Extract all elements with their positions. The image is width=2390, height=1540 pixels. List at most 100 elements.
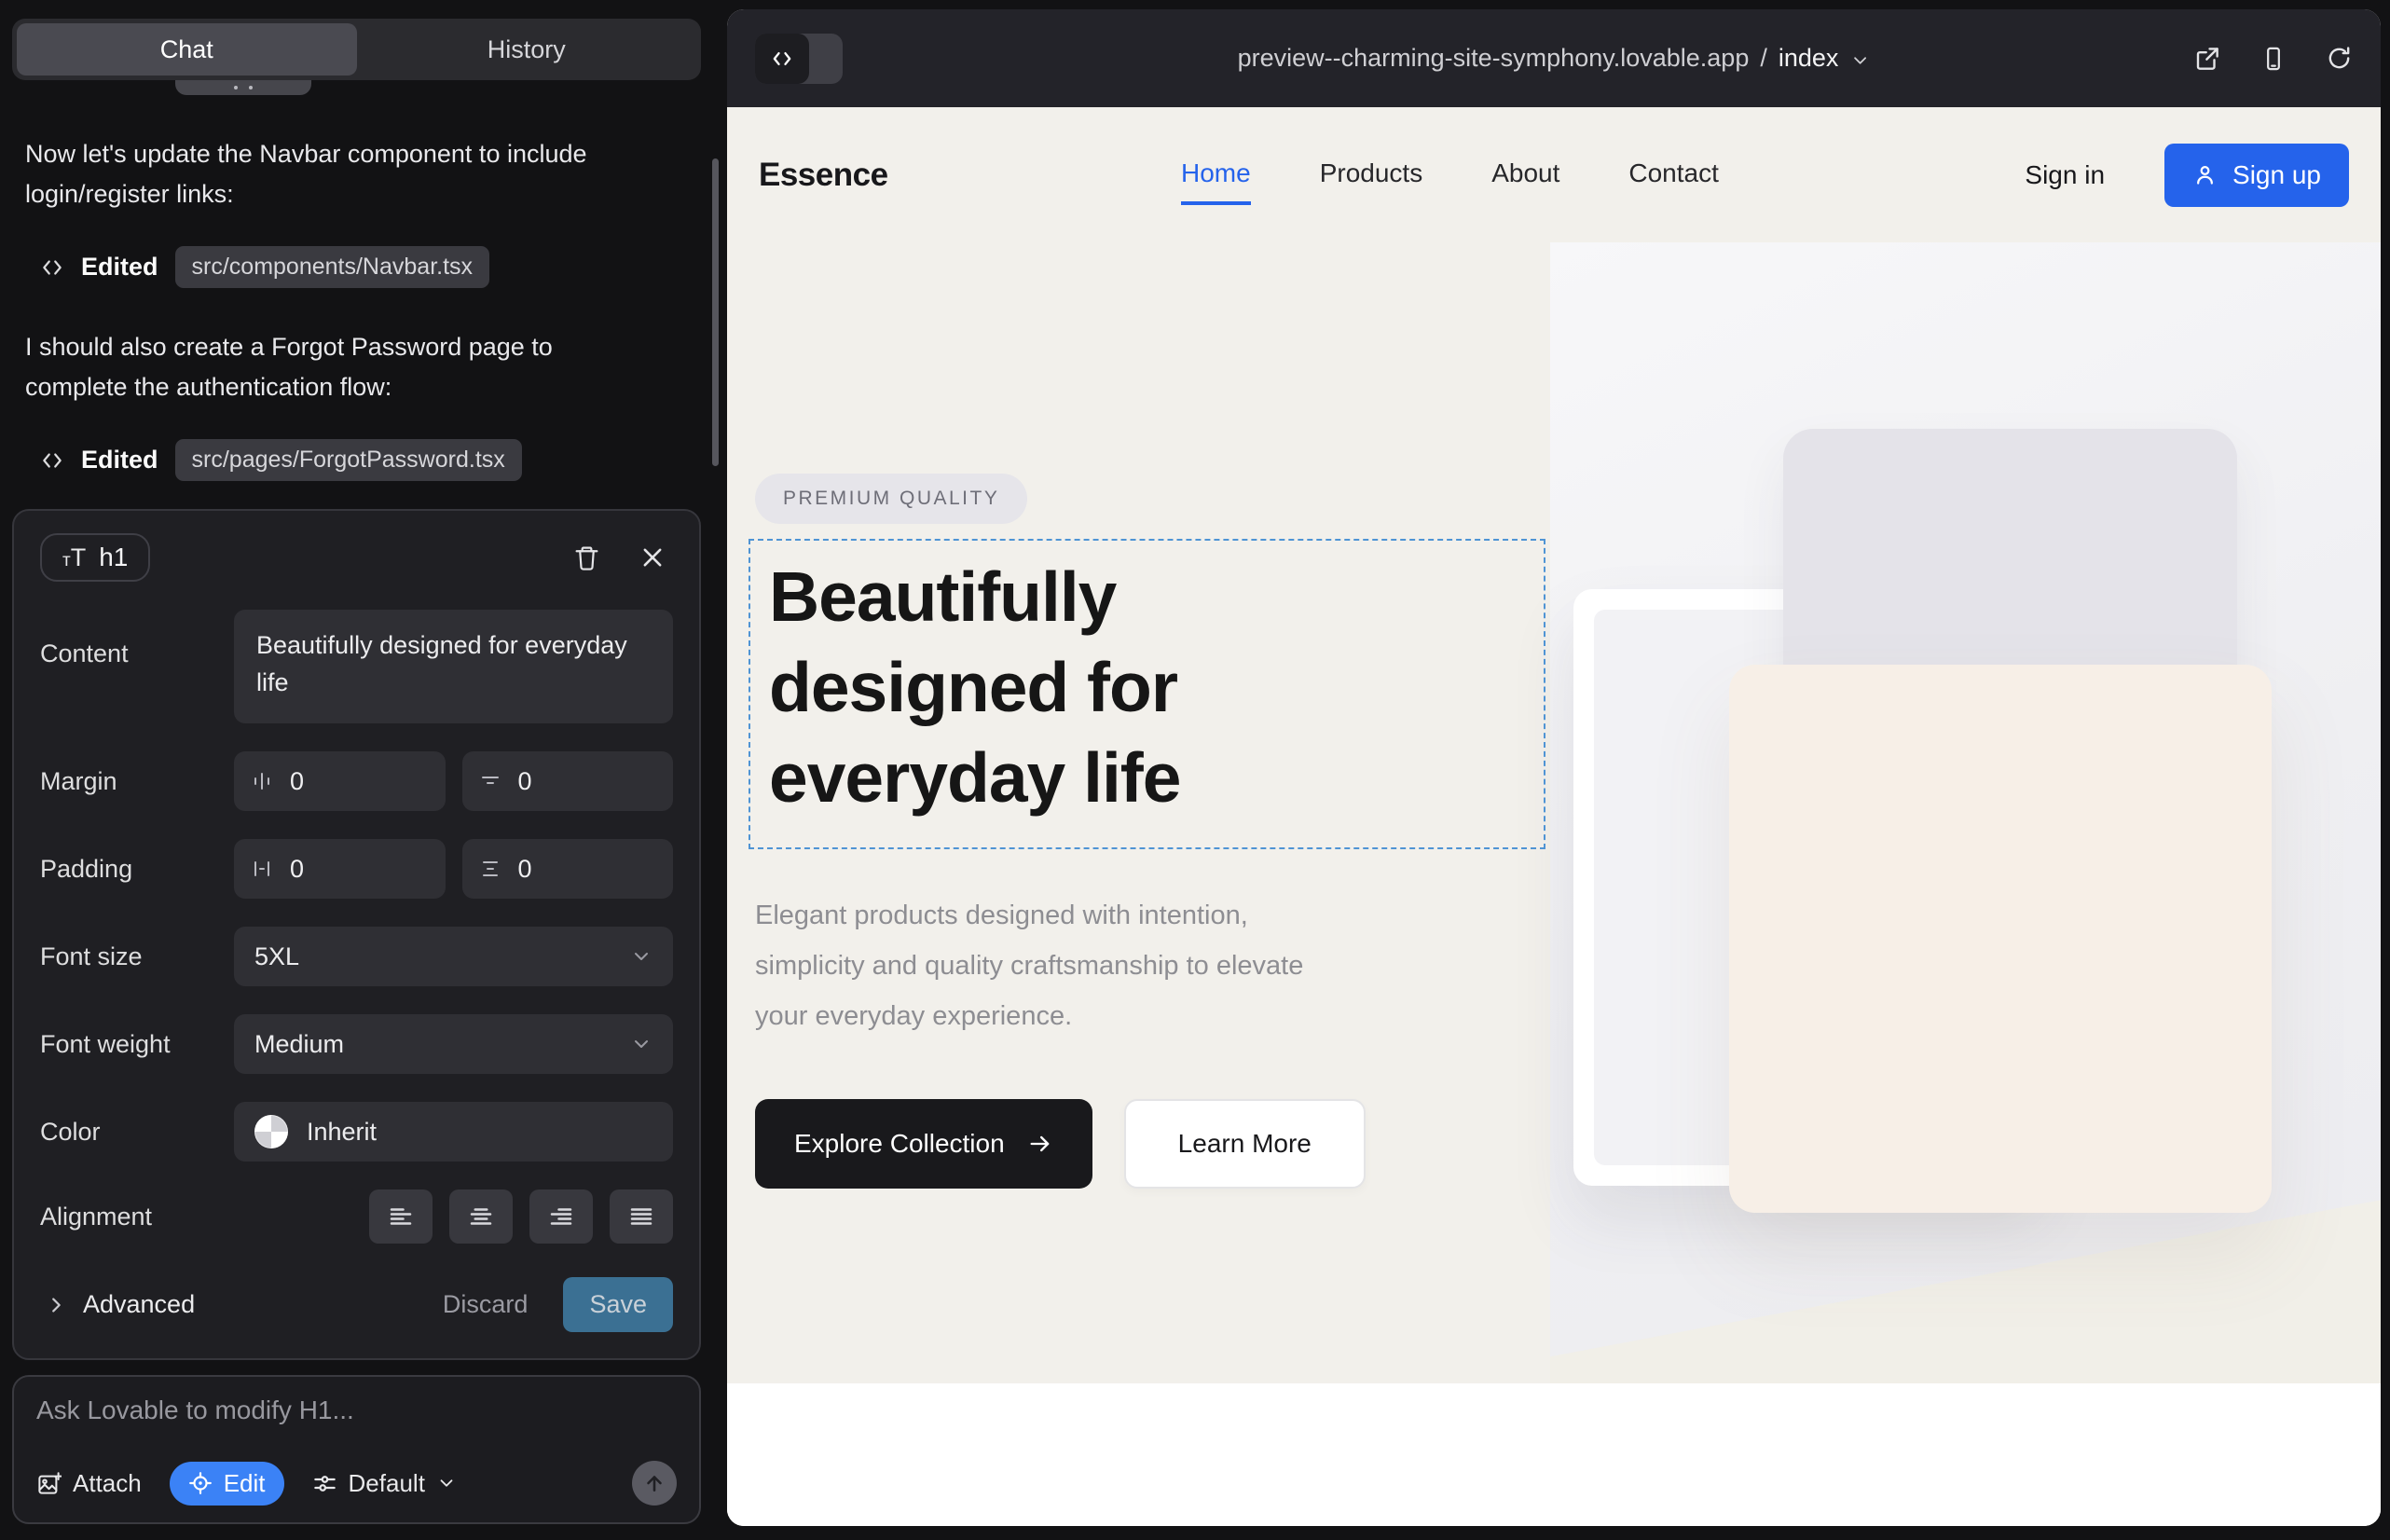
code-icon bbox=[40, 255, 64, 280]
attach-button[interactable]: Attach bbox=[36, 1469, 142, 1498]
browser-toolbar: preview--charming-site-symphony.lovable.… bbox=[727, 9, 2381, 107]
preview-url: preview--charming-site-symphony.lovable.… bbox=[1238, 44, 1750, 73]
padding-label: Padding bbox=[40, 855, 234, 884]
chevron-down-icon bbox=[630, 945, 652, 968]
editor-header: ᴛT h1 bbox=[40, 533, 673, 582]
font-size-field-row: Font size 5XL bbox=[40, 927, 673, 986]
chevron-down-icon bbox=[1849, 50, 1870, 71]
selected-tag-label: h1 bbox=[99, 543, 128, 572]
padding-x-input[interactable]: 0 bbox=[234, 839, 446, 899]
padding-field-row: Padding 0 0 bbox=[40, 839, 673, 899]
font-weight-value: Medium bbox=[254, 1030, 344, 1059]
composer-input[interactable]: Ask Lovable to modify H1... bbox=[36, 1396, 677, 1425]
chat-panel: Chat History Now let's update the Navbar… bbox=[12, 19, 701, 1524]
sliders-icon bbox=[312, 1471, 337, 1496]
font-size-value: 5XL bbox=[254, 942, 299, 971]
delete-element-icon[interactable] bbox=[573, 544, 600, 571]
edited-file-chip[interactable]: src/pages/ForgotPassword.tsx bbox=[175, 439, 522, 481]
color-field-row: Color Inherit bbox=[40, 1102, 673, 1162]
site-preview: Essence Home Products About Contact Sign… bbox=[727, 107, 2381, 1526]
font-weight-label: Font weight bbox=[40, 1030, 234, 1059]
margin-x-input[interactable]: 0 bbox=[234, 751, 446, 811]
padding-x-value: 0 bbox=[290, 855, 304, 884]
code-preview-toggle[interactable] bbox=[755, 34, 843, 84]
refresh-icon[interactable] bbox=[2326, 45, 2353, 72]
font-size-label: Font size bbox=[40, 942, 234, 971]
alignment-field-row: Alignment bbox=[40, 1189, 673, 1244]
composer-toolbar: Attach Edit Default bbox=[36, 1461, 677, 1506]
url-bar[interactable]: preview--charming-site-symphony.lovable.… bbox=[1238, 44, 1871, 73]
discard-button[interactable]: Discard bbox=[443, 1290, 529, 1319]
edit-label: Edit bbox=[224, 1469, 266, 1498]
open-in-new-tab-icon[interactable] bbox=[2193, 45, 2221, 73]
edited-file-row: Edited src/components/Navbar.tsx bbox=[40, 246, 701, 288]
nav-link-about[interactable]: About bbox=[1491, 158, 1559, 205]
nav-link-home[interactable]: Home bbox=[1181, 158, 1251, 205]
nav-links: Home Products About Contact bbox=[1181, 158, 1719, 192]
edited-file-chip[interactable]: src/components/Navbar.tsx bbox=[175, 246, 490, 288]
close-editor-icon[interactable] bbox=[639, 544, 666, 571]
send-button[interactable] bbox=[632, 1461, 677, 1506]
advanced-toggle[interactable]: Advanced bbox=[40, 1290, 195, 1319]
hero-paragraph: Elegant products designed with intention… bbox=[755, 890, 1356, 1041]
color-select[interactable]: Inherit bbox=[234, 1102, 673, 1162]
font-size-select[interactable]: 5XL bbox=[234, 927, 673, 986]
decor-card-cream bbox=[1729, 665, 2272, 1213]
edit-mode-button[interactable]: Edit bbox=[170, 1462, 284, 1506]
sign-in-link[interactable]: Sign in bbox=[2025, 160, 2105, 190]
edited-label: Edited bbox=[81, 446, 158, 474]
hero-headline[interactable]: Beautifully designed for everyday life bbox=[769, 552, 1347, 823]
margin-vertical-icon bbox=[479, 770, 501, 792]
mobile-view-icon[interactable] bbox=[2260, 46, 2287, 72]
save-button[interactable]: Save bbox=[563, 1277, 673, 1332]
scroll-peek-pill[interactable] bbox=[175, 80, 311, 95]
section-below-hero bbox=[727, 1383, 2381, 1526]
mode-label: Default bbox=[349, 1469, 425, 1498]
preview-window: preview--charming-site-symphony.lovable.… bbox=[727, 9, 2381, 1526]
align-right-button[interactable] bbox=[529, 1189, 593, 1244]
selected-element-outline[interactable]: Beautifully designed for everyday life bbox=[749, 539, 1545, 849]
mode-select[interactable]: Default bbox=[312, 1469, 457, 1498]
composer: Ask Lovable to modify H1... Attach Edit bbox=[12, 1375, 701, 1524]
align-left-button[interactable] bbox=[369, 1189, 433, 1244]
nav-link-products[interactable]: Products bbox=[1320, 158, 1423, 205]
align-justify-button[interactable] bbox=[610, 1189, 673, 1244]
explore-collection-label: Explore Collection bbox=[794, 1129, 1005, 1159]
sign-up-label: Sign up bbox=[2232, 160, 2321, 190]
chevron-right-icon bbox=[46, 1295, 66, 1315]
learn-more-button[interactable]: Learn More bbox=[1124, 1099, 1366, 1189]
font-weight-select[interactable]: Medium bbox=[234, 1014, 673, 1074]
tab-chat[interactable]: Chat bbox=[17, 23, 357, 76]
edited-label: Edited bbox=[81, 253, 158, 282]
explore-collection-button[interactable]: Explore Collection bbox=[755, 1099, 1092, 1189]
site-logo[interactable]: Essence bbox=[759, 157, 888, 194]
text-size-icon: ᴛT bbox=[62, 545, 86, 571]
advanced-label: Advanced bbox=[83, 1290, 195, 1319]
margin-y-value: 0 bbox=[518, 767, 532, 796]
content-label: Content bbox=[40, 610, 234, 668]
align-center-button[interactable] bbox=[449, 1189, 513, 1244]
padding-y-value: 0 bbox=[518, 855, 532, 884]
nav-link-contact[interactable]: Contact bbox=[1628, 158, 1719, 205]
attach-label: Attach bbox=[73, 1469, 142, 1498]
color-swatch bbox=[254, 1115, 288, 1148]
color-value: Inherit bbox=[307, 1118, 377, 1147]
target-icon bbox=[188, 1471, 213, 1495]
tab-history[interactable]: History bbox=[357, 23, 697, 76]
chevron-down-icon bbox=[630, 1033, 652, 1055]
url-separator: / bbox=[1760, 44, 1767, 73]
padding-y-input[interactable]: 0 bbox=[462, 839, 674, 899]
arrow-right-icon bbox=[1027, 1131, 1053, 1157]
chat-history-tabs: Chat History bbox=[12, 19, 701, 80]
editor-footer: Advanced Discard Save bbox=[40, 1277, 673, 1332]
sign-up-button[interactable]: Sign up bbox=[2164, 144, 2349, 207]
margin-label: Margin bbox=[40, 767, 234, 796]
site-navbar: Essence Home Products About Contact Sign… bbox=[727, 107, 2381, 242]
chat-scrollbar[interactable] bbox=[712, 158, 719, 466]
edited-file-row: Edited src/pages/ForgotPassword.tsx bbox=[40, 439, 701, 481]
selected-tag-chip[interactable]: ᴛT h1 bbox=[40, 533, 150, 582]
nav-auth: Sign in Sign up bbox=[2025, 144, 2349, 207]
margin-y-input[interactable]: 0 bbox=[462, 751, 674, 811]
padding-horizontal-icon bbox=[251, 858, 273, 880]
content-input[interactable]: Beautifully designed for everyday life bbox=[234, 610, 673, 723]
